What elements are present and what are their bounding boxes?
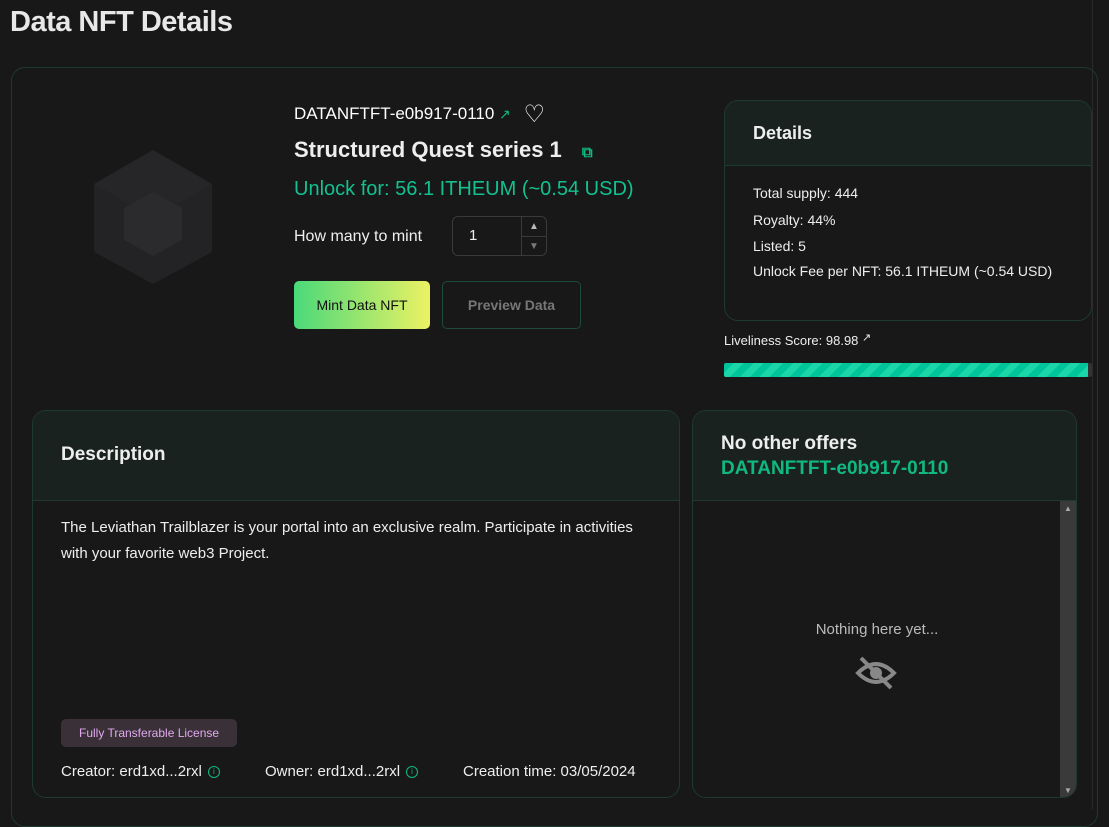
info-icon[interactable]: i [207, 766, 220, 779]
token-id-row: DATANFTFT-e0b917-0110 ↗ ♡ [294, 100, 545, 129]
offers-panel: No other offers DATANFTFT-e0b917-0110 No… [692, 410, 1077, 798]
owner[interactable]: Owner: erd1xd...2rxl [265, 763, 400, 780]
info-icon[interactable]: i [406, 766, 419, 779]
total-supply: Total supply: 444 [753, 185, 859, 201]
external-link-icon[interactable]: ↗ [499, 106, 511, 122]
increment-icon[interactable]: ▲ [522, 217, 546, 236]
offers-title: No other offers [721, 433, 858, 454]
heart-icon[interactable]: ♡ [524, 101, 546, 128]
details-title: Details [725, 101, 1091, 166]
offers-token-id: DATANFTFT-e0b917-0110 [721, 458, 949, 479]
owner-row: Owner: erd1xd...2rxl i [265, 763, 419, 780]
scroll-down-icon[interactable]: ▼ [1060, 783, 1076, 797]
mint-quantity-value[interactable]: 1 [469, 227, 477, 244]
empty-message: Nothing here yet... [815, 621, 939, 638]
unlock-fee: Unlock Fee per NFT: 56.1 ITHEUM (~0.54 U… [753, 262, 1053, 279]
eye-slash-icon [855, 656, 897, 690]
license-badge: Fully Transferable License [61, 719, 238, 747]
creator[interactable]: Creator: erd1xd...2rxl [61, 763, 202, 780]
nft-name: Structured Quest series 1 [294, 137, 562, 162]
liveliness-progress-bar [724, 363, 1092, 377]
description-panel: Description The Leviathan Trailblazer is… [32, 410, 680, 798]
mint-quantity-stepper[interactable]: 1 ▲ ▼ [452, 216, 547, 256]
unlock-price: Unlock for: 56.1 ITHEUM (~0.54 USD) [294, 178, 634, 200]
decrement-icon[interactable]: ▼ [522, 236, 546, 256]
preview-data-button[interactable]: Preview Data [442, 281, 581, 329]
scroll-up-icon[interactable]: ▲ [1060, 501, 1076, 517]
description-text: The Leviathan Trailblazer is your portal… [61, 519, 633, 562]
details-panel: Details Total supply: 444 Royalty: 44% L… [724, 100, 1092, 321]
listed: Listed: 5 [753, 238, 806, 254]
nft-placeholder-icon [94, 150, 212, 284]
nft-name-row: Structured Quest series 1 ⧉ [294, 137, 593, 163]
copy-icon[interactable]: ⧉ [582, 144, 593, 161]
offers-scrollbar[interactable]: ▲ ▼ [1060, 501, 1076, 797]
external-link-icon[interactable]: ↗ [862, 332, 871, 344]
liveliness-score: Liveliness Score: 98.98 [724, 333, 859, 348]
description-title: Description [33, 411, 679, 501]
creation-time: Creation time: 03/05/2024 [463, 763, 636, 780]
token-id: DATANFTFT-e0b917-0110 [294, 104, 495, 123]
page-title: Data NFT Details [10, 6, 233, 38]
creator-row: Creator: erd1xd...2rxl i [61, 763, 220, 780]
liveliness-progress-fill [724, 363, 1089, 377]
mint-quantity-label: How many to mint [294, 228, 423, 245]
liveliness-row: Liveliness Score: 98.98 ↗ [724, 331, 871, 348]
royalty: Royalty: 44% [753, 211, 836, 228]
mint-button[interactable]: Mint Data NFT [294, 281, 430, 329]
